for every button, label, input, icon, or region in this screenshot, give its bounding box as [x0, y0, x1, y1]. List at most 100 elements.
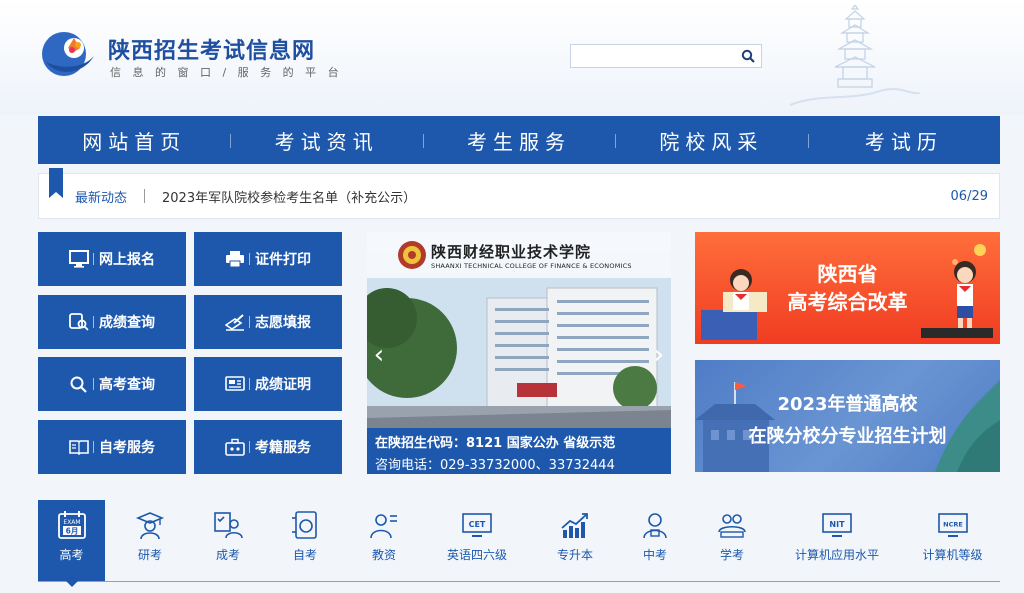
tab-teacher-qualification[interactable]: 教资 — [349, 500, 419, 581]
tab-self-study[interactable]: 自考 — [261, 500, 349, 581]
tab-upgrade-bachelor[interactable]: 专升本 — [535, 500, 615, 581]
service-label: 成绩查询 — [99, 315, 155, 331]
exam-calendar-icon: EXAM 6月 — [57, 511, 86, 539]
tab-zhongkao[interactable]: 中考 — [615, 500, 695, 581]
service-application-filling[interactable]: 志愿填报 — [194, 295, 342, 349]
monitor-icon — [69, 250, 89, 268]
nav-home[interactable]: 网站首页 — [38, 126, 230, 155]
campus-photo — [367, 278, 671, 428]
carousel-next-button[interactable]: › — [649, 342, 669, 370]
student-icon — [643, 513, 667, 539]
site-logo[interactable] — [38, 28, 100, 80]
tab-label: 成考 — [215, 548, 240, 562]
tab-computer-rank[interactable]: NCRE 计算机等级 — [905, 500, 1000, 581]
service-student-records[interactable]: 考籍服务 — [194, 420, 342, 474]
printer-icon — [226, 251, 244, 268]
nav-exam-calendar[interactable]: 考试历 — [807, 126, 1000, 155]
service-label: 高考查询 — [99, 377, 155, 393]
tab-label: 英语四六级 — [446, 548, 507, 562]
service-divider — [249, 378, 250, 390]
tab-adult-exam[interactable]: 成考 — [195, 500, 261, 581]
promo2-line2: 在陕分校分专业招生计划 — [748, 426, 947, 447]
exam-month-text: 6月 — [65, 527, 78, 536]
promo-gaokao-reform[interactable]: 陕西省 高考综合改革 — [695, 232, 1000, 344]
service-divider — [249, 441, 250, 453]
nit-badge-text: NIT — [829, 520, 845, 529]
school-name-en: SHAANXI TECHNICAL COLLEGE OF FINANCE & E… — [431, 261, 632, 270]
promo-enrollment-plan[interactable]: 2023年普通高校 在陕分校分专业招生计划 — [695, 360, 1000, 472]
graduate-icon — [135, 512, 165, 540]
pagoda-decoration — [790, 5, 920, 106]
exam-category-tabs: EXAM 6月 高考 研考 成考 自考 教资 CET 英语四六级 专升本 中考 … — [38, 500, 1000, 587]
tab-label: 研考 — [137, 548, 162, 562]
growth-chart-icon — [561, 513, 588, 538]
nav-colleges[interactable]: 院校风采 — [615, 126, 807, 155]
service-label: 网上报名 — [99, 252, 155, 268]
service-gaokao-query[interactable]: 高考查询 — [38, 357, 186, 411]
group-study-icon — [718, 514, 746, 538]
ncre-icon: NCRE — [937, 513, 968, 537]
nav-candidate-services[interactable]: 考生服务 — [422, 126, 615, 155]
site-slogan: 信 息 的 窗 口 / 服 务 的 平 台 — [110, 66, 343, 79]
service-divider — [93, 253, 94, 265]
service-divider — [249, 253, 250, 265]
cet-badge-text: CET — [469, 520, 486, 529]
school-name-cn: 陕西财经职业技术学院 — [431, 242, 592, 261]
tab-postgraduate[interactable]: 研考 — [105, 500, 195, 581]
promo1-line2: 高考综合改革 — [787, 290, 908, 314]
ncre-badge-text: NCRE — [943, 521, 963, 529]
search-box — [570, 44, 762, 68]
banner-header: 陕西财经职业技术学院 SHAANXI TECHNICAL COLLEGE OF … — [367, 232, 671, 278]
promo1-line1: 陕西省 — [817, 262, 878, 286]
service-divider — [249, 316, 250, 328]
tab-cet[interactable]: CET 英语四六级 — [419, 500, 535, 581]
tab-label: 专升本 — [556, 548, 593, 562]
tab-label: 计算机等级 — [922, 548, 983, 562]
main-nav: 网站首页 考试资讯 考生服务 院校风采 考试历 — [38, 116, 1000, 164]
nav-exam-news[interactable]: 考试资讯 — [230, 126, 422, 155]
teacher-icon — [370, 514, 397, 539]
service-divider — [93, 441, 94, 453]
service-divider — [93, 316, 94, 328]
banner-enrollment-code: 在陕招生代码：8121 国家公办 省级示范 — [375, 436, 616, 451]
self-study-icon — [292, 511, 317, 539]
search-icon — [70, 376, 87, 393]
bookmark-flag-icon — [49, 168, 63, 198]
tab-label: 自考 — [292, 548, 317, 562]
search-icon[interactable] — [741, 49, 755, 63]
tab-gaokao[interactable]: EXAM 6月 高考 — [38, 500, 105, 587]
tab-label: 计算机应用水平 — [794, 548, 879, 562]
tab-academic-test[interactable]: 学考 — [695, 500, 769, 581]
college-banner-carousel[interactable]: 陕西财经职业技术学院 SHAANXI TECHNICAL COLLEGE OF … — [367, 232, 671, 474]
checklist-user-icon — [214, 512, 243, 539]
service-label: 考籍服务 — [255, 440, 311, 456]
banner-school-name: 陕西财经职业技术学院 SHAANXI TECHNICAL COLLEGE OF … — [431, 241, 632, 270]
banner-contact-phone: 咨询电话：029-33732000、33732444 — [375, 458, 615, 473]
service-document-print[interactable]: 证件打印 — [194, 232, 342, 286]
search-input[interactable] — [571, 45, 731, 67]
carousel-prev-button[interactable]: ‹ — [369, 342, 389, 370]
score-search-icon — [69, 313, 89, 331]
news-divider — [144, 189, 146, 203]
news-headline-link[interactable]: 2023年军队院校参检考生名单（补充公示） — [162, 187, 951, 206]
nit-icon: NIT — [822, 513, 852, 537]
service-self-study-exam[interactable]: 自考服务 — [38, 420, 186, 474]
service-score-query[interactable]: 成绩查询 — [38, 295, 186, 349]
tab-computer-application[interactable]: NIT 计算机应用水平 — [769, 500, 905, 581]
news-ticker: 最新动态 2023年军队院校参检考生名单（补充公示） 06/29 — [38, 168, 1000, 219]
form-pen-icon — [225, 314, 244, 331]
briefcase-icon — [225, 438, 245, 456]
tab-label: 教资 — [371, 548, 396, 562]
service-label: 自考服务 — [99, 440, 155, 456]
promo2-line1: 2023年普通高校 — [777, 394, 918, 415]
service-label: 志愿填报 — [255, 315, 311, 331]
service-score-certificate[interactable]: 成绩证明 — [194, 357, 342, 411]
tab-label: 学考 — [719, 548, 744, 562]
service-online-registration[interactable]: 网上报名 — [38, 232, 186, 286]
news-label: 最新动态 — [75, 190, 128, 206]
site-title: 陕西招生考试信息网 — [108, 39, 316, 64]
exam-badge-text: EXAM — [63, 519, 80, 526]
news-date: 06/29 — [950, 188, 988, 204]
cet-icon: CET — [462, 513, 492, 537]
tab-label: 高考 — [59, 548, 84, 562]
